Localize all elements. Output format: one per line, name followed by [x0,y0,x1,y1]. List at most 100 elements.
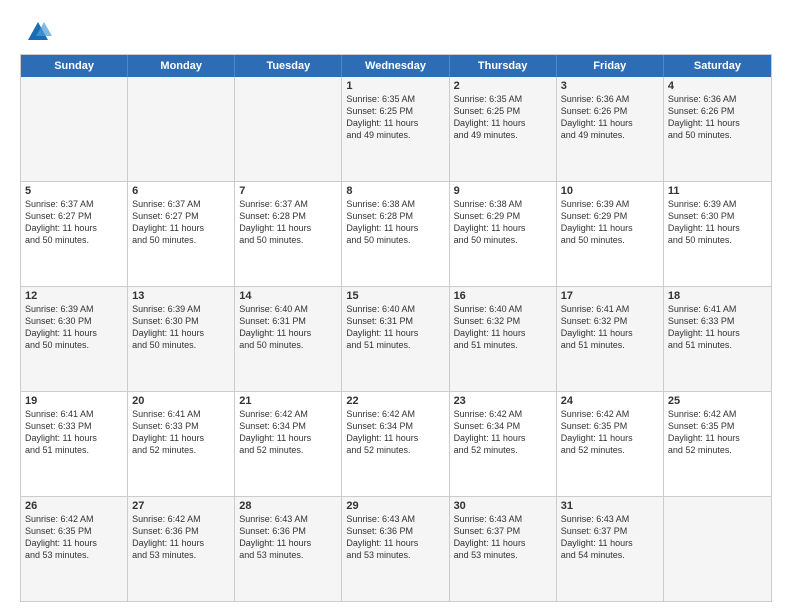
day-number: 9 [454,185,552,197]
day-number: 17 [561,290,659,302]
calendar-cell-4-6 [664,497,771,601]
header-day-thursday: Thursday [450,55,557,77]
header [20,18,772,46]
calendar-cell-0-5: 3Sunrise: 6:36 AM Sunset: 6:26 PM Daylig… [557,77,664,181]
calendar-cell-3-4: 23Sunrise: 6:42 AM Sunset: 6:34 PM Dayli… [450,392,557,496]
calendar-cell-1-0: 5Sunrise: 6:37 AM Sunset: 6:27 PM Daylig… [21,182,128,286]
day-text: Sunrise: 6:41 AM Sunset: 6:33 PM Dayligh… [25,408,123,457]
calendar-cell-2-3: 15Sunrise: 6:40 AM Sunset: 6:31 PM Dayli… [342,287,449,391]
calendar-cell-2-2: 14Sunrise: 6:40 AM Sunset: 6:31 PM Dayli… [235,287,342,391]
header-day-sunday: Sunday [21,55,128,77]
day-number: 2 [454,80,552,92]
day-text: Sunrise: 6:42 AM Sunset: 6:34 PM Dayligh… [239,408,337,457]
calendar-cell-0-0 [21,77,128,181]
day-text: Sunrise: 6:41 AM Sunset: 6:33 PM Dayligh… [132,408,230,457]
calendar-cell-1-3: 8Sunrise: 6:38 AM Sunset: 6:28 PM Daylig… [342,182,449,286]
day-number: 26 [25,500,123,512]
calendar-cell-2-4: 16Sunrise: 6:40 AM Sunset: 6:32 PM Dayli… [450,287,557,391]
day-number: 13 [132,290,230,302]
day-text: Sunrise: 6:39 AM Sunset: 6:30 PM Dayligh… [132,303,230,352]
day-text: Sunrise: 6:42 AM Sunset: 6:35 PM Dayligh… [668,408,767,457]
calendar-cell-4-2: 28Sunrise: 6:43 AM Sunset: 6:36 PM Dayli… [235,497,342,601]
calendar-cell-0-4: 2Sunrise: 6:35 AM Sunset: 6:25 PM Daylig… [450,77,557,181]
day-text: Sunrise: 6:40 AM Sunset: 6:31 PM Dayligh… [239,303,337,352]
calendar-row-0: 1Sunrise: 6:35 AM Sunset: 6:25 PM Daylig… [21,77,771,181]
day-number: 19 [25,395,123,407]
day-text: Sunrise: 6:43 AM Sunset: 6:37 PM Dayligh… [561,513,659,562]
day-text: Sunrise: 6:36 AM Sunset: 6:26 PM Dayligh… [561,93,659,142]
day-number: 14 [239,290,337,302]
calendar-cell-4-5: 31Sunrise: 6:43 AM Sunset: 6:37 PM Dayli… [557,497,664,601]
calendar-cell-4-3: 29Sunrise: 6:43 AM Sunset: 6:36 PM Dayli… [342,497,449,601]
day-number: 3 [561,80,659,92]
day-text: Sunrise: 6:39 AM Sunset: 6:30 PM Dayligh… [25,303,123,352]
calendar-cell-0-6: 4Sunrise: 6:36 AM Sunset: 6:26 PM Daylig… [664,77,771,181]
calendar-cell-0-1 [128,77,235,181]
calendar-cell-0-3: 1Sunrise: 6:35 AM Sunset: 6:25 PM Daylig… [342,77,449,181]
calendar-cell-0-2 [235,77,342,181]
day-number: 12 [25,290,123,302]
day-number: 15 [346,290,444,302]
day-text: Sunrise: 6:41 AM Sunset: 6:32 PM Dayligh… [561,303,659,352]
calendar-cell-1-1: 6Sunrise: 6:37 AM Sunset: 6:27 PM Daylig… [128,182,235,286]
day-text: Sunrise: 6:40 AM Sunset: 6:32 PM Dayligh… [454,303,552,352]
calendar-row-3: 19Sunrise: 6:41 AM Sunset: 6:33 PM Dayli… [21,391,771,496]
day-number: 4 [668,80,767,92]
header-day-saturday: Saturday [664,55,771,77]
calendar-cell-3-1: 20Sunrise: 6:41 AM Sunset: 6:33 PM Dayli… [128,392,235,496]
calendar-body: 1Sunrise: 6:35 AM Sunset: 6:25 PM Daylig… [21,77,771,601]
day-text: Sunrise: 6:35 AM Sunset: 6:25 PM Dayligh… [454,93,552,142]
day-text: Sunrise: 6:42 AM Sunset: 6:35 PM Dayligh… [561,408,659,457]
day-text: Sunrise: 6:43 AM Sunset: 6:36 PM Dayligh… [346,513,444,562]
day-text: Sunrise: 6:42 AM Sunset: 6:34 PM Dayligh… [454,408,552,457]
day-text: Sunrise: 6:39 AM Sunset: 6:30 PM Dayligh… [668,198,767,247]
day-number: 1 [346,80,444,92]
calendar-cell-1-6: 11Sunrise: 6:39 AM Sunset: 6:30 PM Dayli… [664,182,771,286]
day-number: 18 [668,290,767,302]
day-text: Sunrise: 6:42 AM Sunset: 6:35 PM Dayligh… [25,513,123,562]
day-number: 29 [346,500,444,512]
day-number: 24 [561,395,659,407]
calendar-cell-3-3: 22Sunrise: 6:42 AM Sunset: 6:34 PM Dayli… [342,392,449,496]
header-day-friday: Friday [557,55,664,77]
calendar-cell-3-2: 21Sunrise: 6:42 AM Sunset: 6:34 PM Dayli… [235,392,342,496]
calendar-header: SundayMondayTuesdayWednesdayThursdayFrid… [21,55,771,77]
day-number: 8 [346,185,444,197]
calendar-cell-3-0: 19Sunrise: 6:41 AM Sunset: 6:33 PM Dayli… [21,392,128,496]
day-text: Sunrise: 6:36 AM Sunset: 6:26 PM Dayligh… [668,93,767,142]
day-number: 7 [239,185,337,197]
day-number: 28 [239,500,337,512]
header-day-monday: Monday [128,55,235,77]
day-number: 6 [132,185,230,197]
day-text: Sunrise: 6:35 AM Sunset: 6:25 PM Dayligh… [346,93,444,142]
day-number: 20 [132,395,230,407]
calendar-cell-4-0: 26Sunrise: 6:42 AM Sunset: 6:35 PM Dayli… [21,497,128,601]
day-number: 21 [239,395,337,407]
day-number: 27 [132,500,230,512]
day-number: 22 [346,395,444,407]
day-text: Sunrise: 6:37 AM Sunset: 6:28 PM Dayligh… [239,198,337,247]
day-text: Sunrise: 6:39 AM Sunset: 6:29 PM Dayligh… [561,198,659,247]
day-text: Sunrise: 6:42 AM Sunset: 6:34 PM Dayligh… [346,408,444,457]
calendar-cell-1-5: 10Sunrise: 6:39 AM Sunset: 6:29 PM Dayli… [557,182,664,286]
header-day-tuesday: Tuesday [235,55,342,77]
calendar-cell-4-1: 27Sunrise: 6:42 AM Sunset: 6:36 PM Dayli… [128,497,235,601]
calendar-cell-2-6: 18Sunrise: 6:41 AM Sunset: 6:33 PM Dayli… [664,287,771,391]
day-text: Sunrise: 6:40 AM Sunset: 6:31 PM Dayligh… [346,303,444,352]
day-number: 31 [561,500,659,512]
day-number: 23 [454,395,552,407]
day-number: 5 [25,185,123,197]
day-number: 10 [561,185,659,197]
day-text: Sunrise: 6:37 AM Sunset: 6:27 PM Dayligh… [25,198,123,247]
day-number: 30 [454,500,552,512]
day-text: Sunrise: 6:43 AM Sunset: 6:36 PM Dayligh… [239,513,337,562]
calendar-cell-2-1: 13Sunrise: 6:39 AM Sunset: 6:30 PM Dayli… [128,287,235,391]
calendar: SundayMondayTuesdayWednesdayThursdayFrid… [20,54,772,602]
day-number: 25 [668,395,767,407]
day-text: Sunrise: 6:42 AM Sunset: 6:36 PM Dayligh… [132,513,230,562]
day-text: Sunrise: 6:38 AM Sunset: 6:29 PM Dayligh… [454,198,552,247]
header-day-wednesday: Wednesday [342,55,449,77]
calendar-cell-3-6: 25Sunrise: 6:42 AM Sunset: 6:35 PM Dayli… [664,392,771,496]
calendar-cell-2-0: 12Sunrise: 6:39 AM Sunset: 6:30 PM Dayli… [21,287,128,391]
calendar-cell-1-2: 7Sunrise: 6:37 AM Sunset: 6:28 PM Daylig… [235,182,342,286]
